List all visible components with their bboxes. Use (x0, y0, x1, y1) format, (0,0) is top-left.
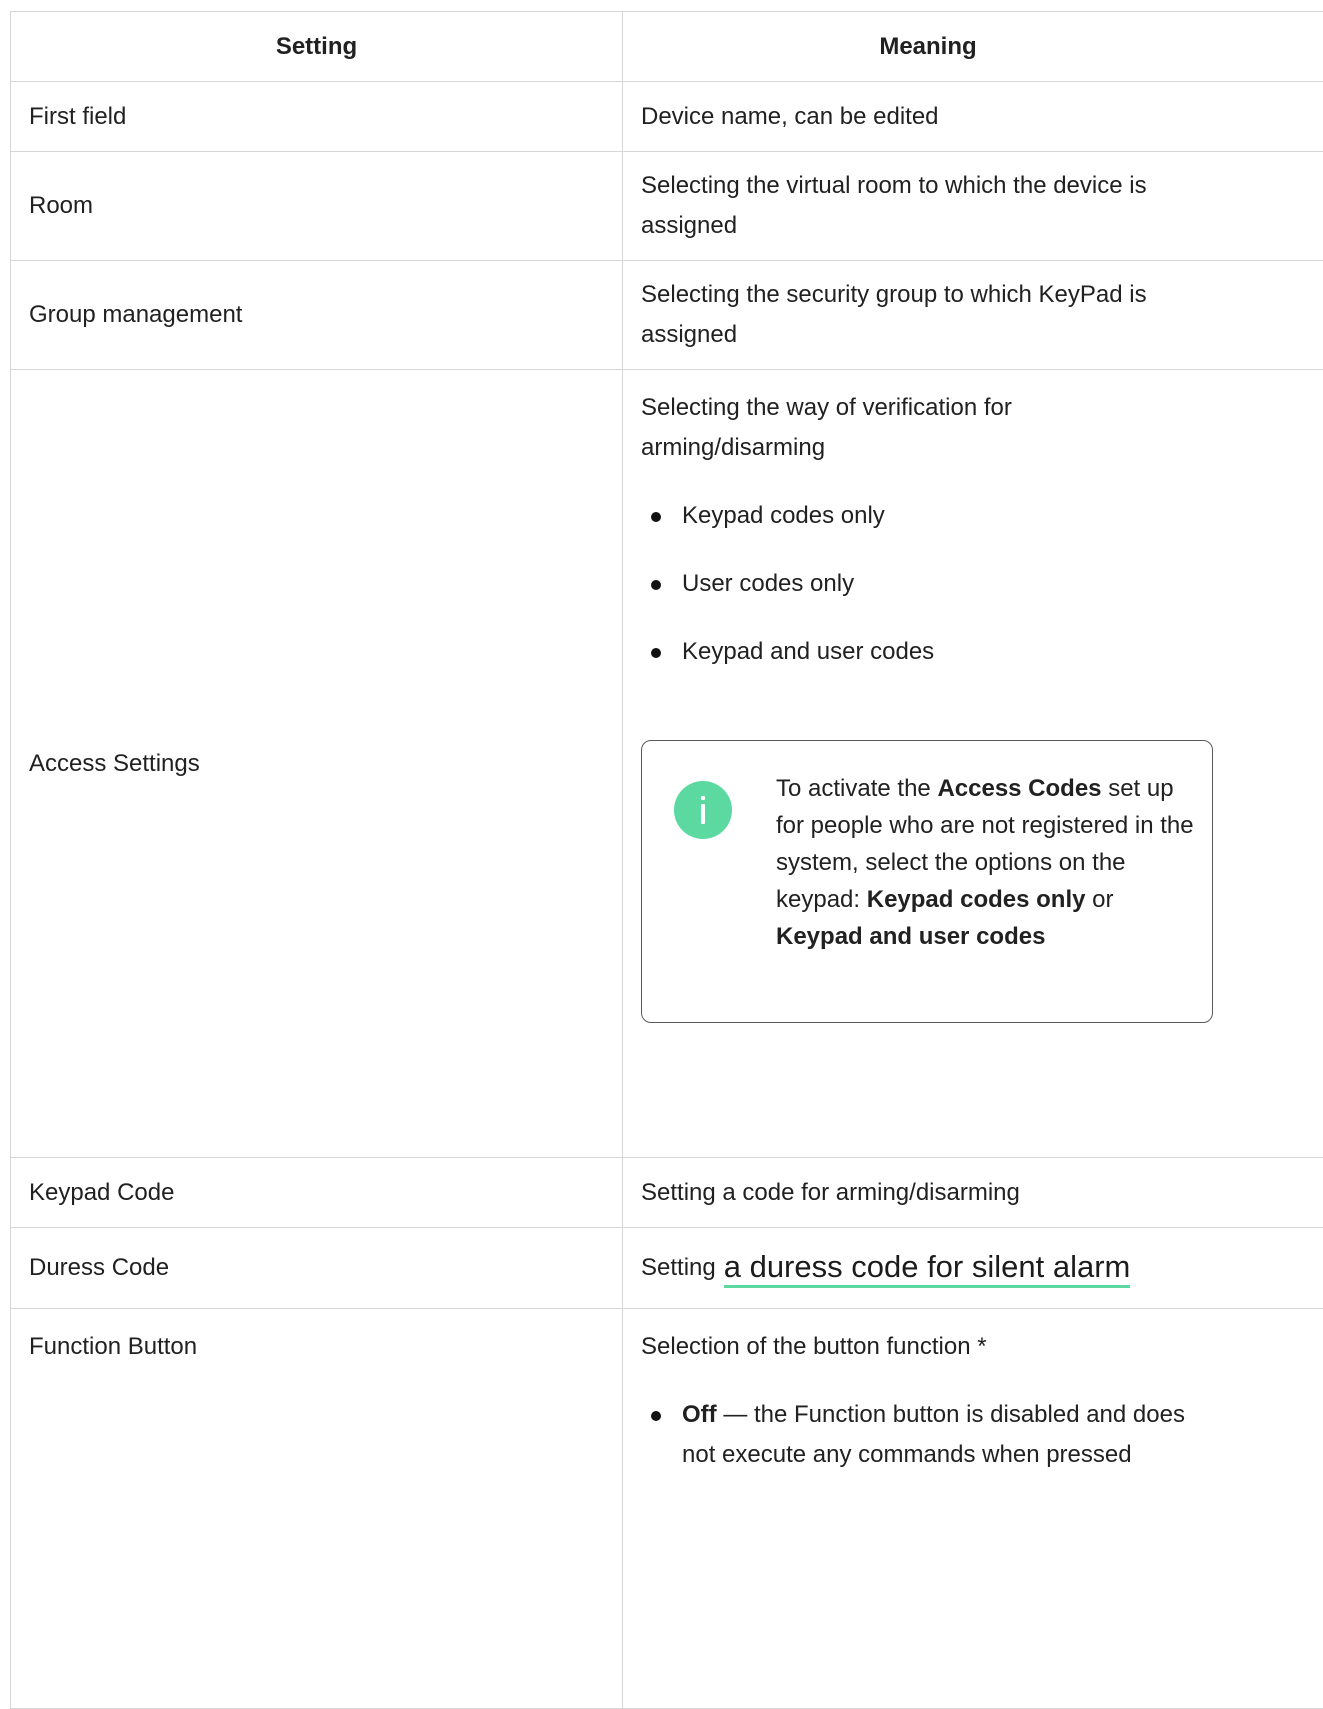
table-row: Group management Selecting the security … (11, 261, 1323, 370)
setting-keypad-code: Keypad Code (11, 1158, 623, 1227)
table-row: Function Button Selection of the button … (11, 1309, 1323, 1709)
setting-first-field: First field (11, 82, 623, 151)
settings-table: Setting Meaning First field Device name,… (10, 11, 1323, 1709)
header-meaning: Meaning (879, 32, 977, 60)
meaning-first-field: Device name, can be edited (641, 102, 939, 130)
access-meaning-text: Selecting the way of verification for ar… (641, 394, 1012, 461)
function-button-content: Selection of the button function * Off —… (641, 1327, 1224, 1475)
meaning-room: Selecting the virtual room to which the … (641, 172, 1147, 239)
info-icon (674, 781, 732, 839)
duress-prefix: Setting (641, 1254, 716, 1281)
table-row: Duress Code Setting a duress code for si… (11, 1228, 1323, 1309)
meaning-function-button: Selection of the button function * Off —… (623, 1309, 1323, 1708)
table-header-row: Setting Meaning (11, 12, 1323, 82)
function-options-list: Off — the Function button is disabled an… (641, 1395, 1224, 1475)
setting-access-settings: Access Settings (11, 370, 623, 1157)
list-item: Keypad and user codes (641, 632, 1213, 672)
meaning-keypad-code: Setting a code for arming/disarming (641, 1178, 1020, 1206)
note-bold-keypad-codes-only: Keypad codes only (866, 886, 1086, 913)
setting-function-button: Function Button (11, 1309, 623, 1708)
note-text-3: or (1085, 886, 1114, 913)
table-row: Keypad Code Setting a code for arming/di… (11, 1158, 1323, 1228)
info-note-text: To activate the Access Codes set up for … (776, 770, 1196, 955)
table-row: First field Device name, can be edited (11, 82, 1323, 152)
table-row: Access Settings Selecting the way of ver… (11, 370, 1323, 1158)
function-meaning-text: Selection of the button function * (641, 1333, 987, 1360)
off-label: Off (682, 1401, 717, 1428)
setting-room: Room (11, 152, 623, 260)
meaning-duress-code: Setting a duress code for silent alarm (623, 1228, 1323, 1308)
info-note: To activate the Access Codes set up for … (641, 740, 1213, 1023)
list-item: User codes only (641, 564, 1213, 604)
meaning-access-settings: Selecting the way of verification for ar… (623, 370, 1323, 1157)
table-row: Room Selecting the virtual room to which… (11, 152, 1323, 261)
list-item: Keypad codes only (641, 496, 1213, 536)
header-setting: Setting (11, 12, 623, 81)
note-text-1: To activate the (776, 775, 938, 802)
access-options-list: Keypad codes only User codes only Keypad… (641, 496, 1213, 672)
list-item: Off — the Function button is disabled an… (641, 1395, 1224, 1475)
access-settings-content: Selecting the way of verification for ar… (641, 388, 1213, 1023)
off-description: — the Function button is disabled and do… (682, 1401, 1185, 1468)
note-bold-keypad-and-user-codes: Keypad and user codes (776, 923, 1046, 950)
setting-duress-code: Duress Code (11, 1228, 623, 1308)
meaning-group-management: Selecting the security group to which Ke… (641, 281, 1147, 348)
setting-group-management: Group management (11, 261, 623, 369)
duress-code-link[interactable]: a duress code for silent alarm (723, 1249, 1131, 1288)
note-bold-access-codes: Access Codes (937, 775, 1102, 802)
